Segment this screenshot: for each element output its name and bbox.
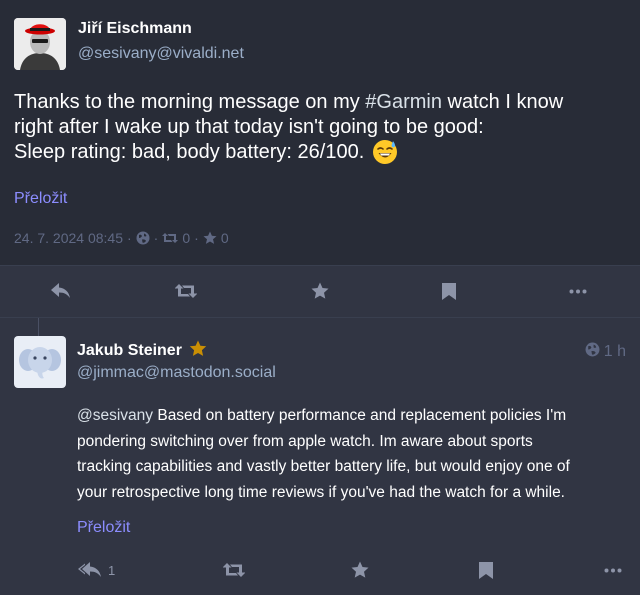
boost-count-icon [162,232,179,244]
post-timestamp[interactable]: 24. 7. 2024 08:45 [14,230,123,246]
globe-icon [136,231,150,245]
reply-content-line: tracking capabilities and vastly better … [77,458,570,475]
author-handle[interactable]: @sesivany@vivaldi.net [78,45,244,63]
translate-link[interactable]: Přeložit [14,190,67,208]
reply-author-handle[interactable]: @jimmac@mastodon.social [77,364,276,382]
reply-translate-link[interactable]: Přeložit [77,519,130,537]
reply-count: 1 [108,562,116,578]
reply-favourite-button[interactable] [342,552,378,588]
reply-content: @sesivany Based on battery performance a… [77,403,637,505]
favourite-count-icon [203,231,217,245]
more-button[interactable] [560,273,596,309]
reply-content-line: your retrospective long time reviews if … [77,483,565,501]
reply-icon [51,283,70,298]
mention-sesivany[interactable]: @sesivany [77,407,153,424]
avatar-portrait-icon [14,18,66,70]
main-post: Jiří Eischmann @sesivany@vivaldi.net Tha… [0,0,640,265]
reply-post: Jakub Steiner @jimmac@mastodon.social 1 … [0,317,640,595]
post-content: Thanks to the morning message on my #Gar… [14,90,634,165]
post-content-line: Sleep rating: bad, body battery: 26/100. [14,139,634,165]
favourite-button[interactable] [302,273,338,309]
favourite-icon [351,561,369,578]
post-action-bar [0,265,640,317]
thread-line [38,318,39,338]
elephant-avatar-icon [14,336,66,388]
author-avatar[interactable] [14,18,66,70]
reply-button[interactable] [43,273,79,309]
reply-boost-button[interactable] [216,552,252,588]
reply-bookmark-button[interactable] [468,552,504,588]
boost-count: 0 [182,230,191,246]
favourite-count: 0 [220,230,229,246]
globe-icon [585,342,600,362]
reply-content-line: @sesivany Based on battery performance a… [77,407,567,424]
post-content-line: right after I wake up that today isn't g… [14,115,484,138]
post-content-line: Thanks to the morning message on my #Gar… [14,91,564,113]
meta-separator: · [127,230,132,246]
reply-more-button[interactable] [595,552,631,588]
boost-icon [175,284,197,298]
post-meta: 24. 7. 2024 08:45 · · 0 · 0 [14,230,229,246]
reply-all-icon [78,562,101,577]
reply-author-display-name[interactable]: Jakub Steiner [77,340,207,362]
bookmark-icon [442,282,456,300]
boost-icon [223,563,245,577]
reply-author-avatar[interactable] [14,336,66,388]
bookmark-icon [479,561,493,579]
favourite-icon [311,282,329,299]
star-badge-icon [189,340,207,362]
more-icon [604,568,622,572]
meta-separator: · [153,230,159,246]
sweat-smile-emoji-icon [372,139,398,165]
reply-reply-button[interactable]: 1 [78,552,115,588]
boost-button[interactable] [168,273,204,309]
author-display-name[interactable]: Jiří Eischmann [78,20,192,38]
meta-separator: · [194,230,199,246]
reply-content-line: pondering switching over from apple watc… [77,432,533,450]
bookmark-button[interactable] [431,273,467,309]
reply-timestamp[interactable]: 1 h [585,342,626,362]
hashtag-garmin[interactable]: #Garmin [365,91,442,113]
more-icon [569,289,587,293]
